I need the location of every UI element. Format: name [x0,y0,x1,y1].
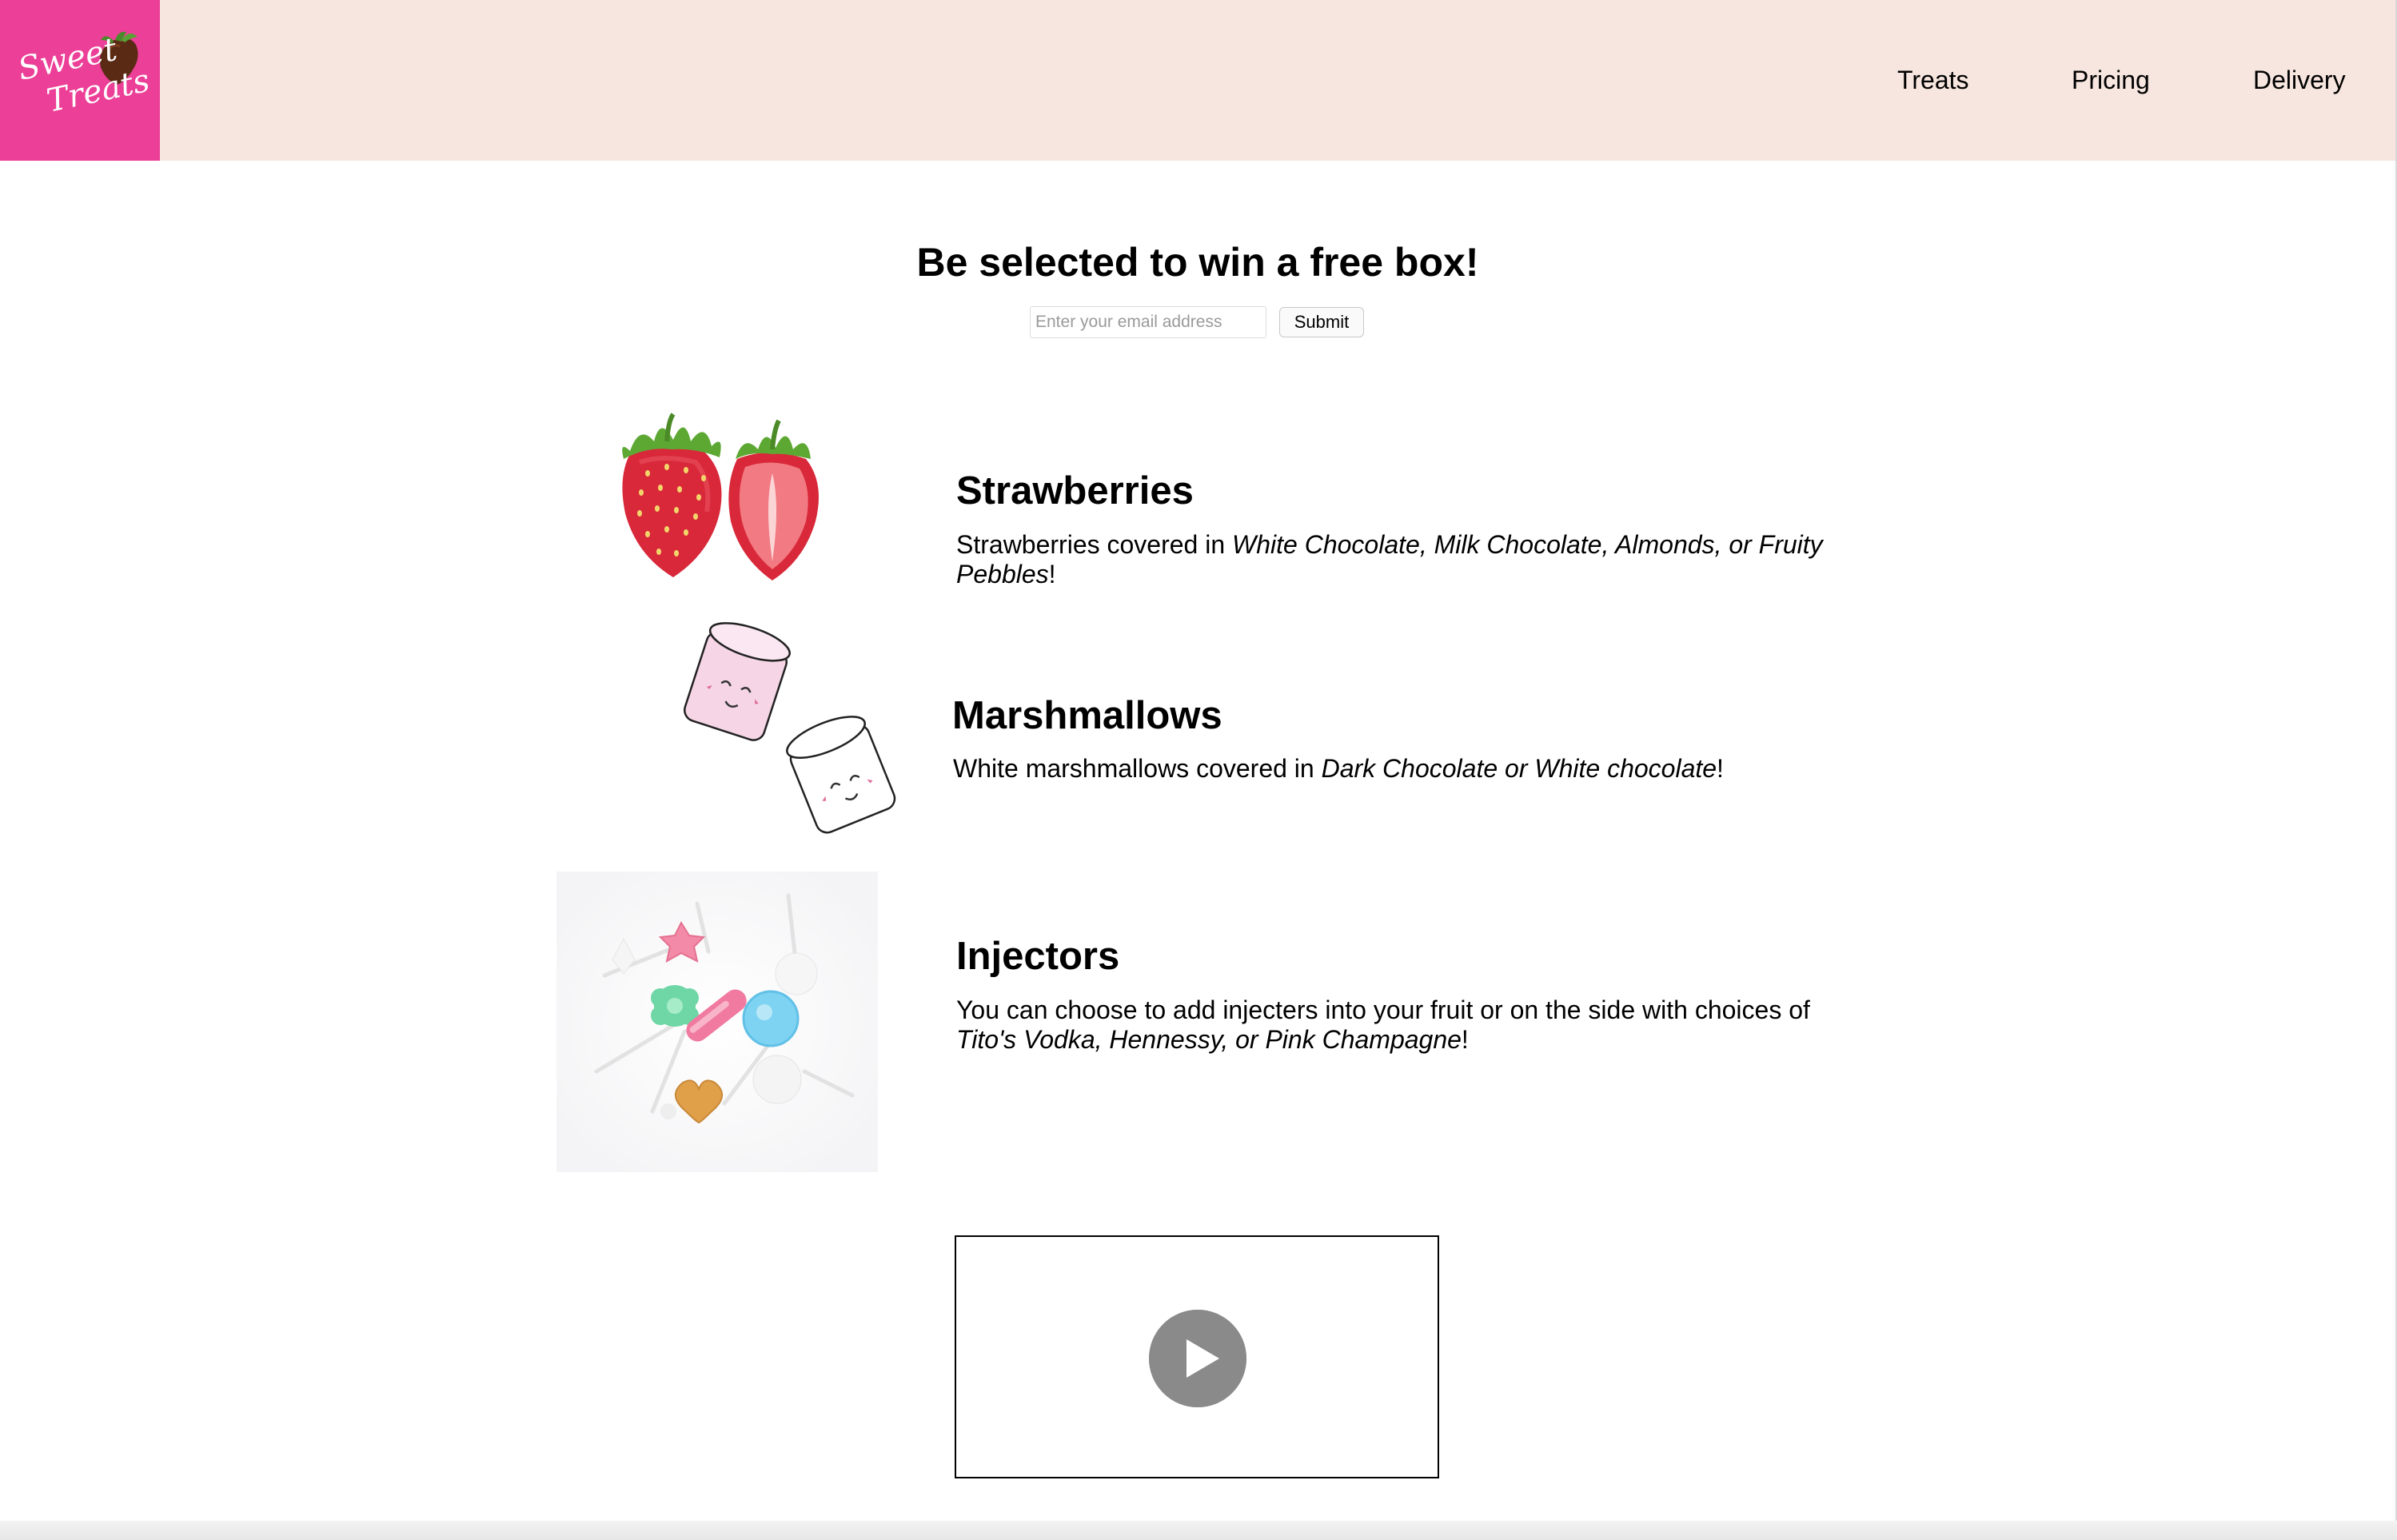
product-title-strawberries: Strawberries [956,469,1194,513]
lollipop-icon [556,872,878,1172]
desc-text: You can choose to add injecters into you… [956,995,1810,1024]
strawberry-icon [622,413,819,580]
strawberries-image [584,409,856,587]
desc-suffix: ! [1461,1025,1469,1054]
desc-emphasis: Dark Chocolate or White chocolate [1321,754,1717,783]
marshmallows-image [672,620,903,844]
product-desc-injectors: You can choose to add injecters into you… [956,995,1852,1055]
desc-suffix: ! [1048,560,1056,588]
desc-suffix: ! [1717,754,1724,783]
desc-text: Strawberries covered in [956,530,1233,559]
nav-treats[interactable]: Treats [1897,64,1969,96]
product-title-injectors: Injectors [956,935,1120,978]
lollipops-image [556,872,878,1172]
hero-title: Be selected to win a free box! [916,240,1479,285]
product-title-marshmallows: Marshmallows [952,694,1222,737]
submit-button[interactable]: Submit [1279,307,1364,337]
sweet-treats-logo[interactable]: Sweet Treats [0,0,160,161]
window-bottom-bar [0,1521,2397,1540]
desc-emphasis: Tito's Vodka, Hennessy, or Pink Champagn… [956,1025,1462,1054]
video-player[interactable] [955,1235,1439,1478]
marshmallow-icon [684,622,896,834]
logo-icon: Sweet Treats [0,0,160,161]
email-input[interactable] [1030,306,1266,338]
nav-delivery[interactable]: Delivery [2253,64,2346,96]
product-desc-marshmallows: White marshmallows covered in Dark Choco… [953,754,1849,784]
product-desc-strawberries: Strawberries covered in White Chocolate,… [956,530,1852,589]
site-header: Sweet Treats Treats Pricing Delivery [0,0,2397,161]
desc-text: White marshmallows covered in [953,754,1322,783]
nav-pricing[interactable]: Pricing [2072,64,2150,96]
play-button[interactable] [1149,1310,1246,1407]
play-icon [1149,1310,1246,1407]
